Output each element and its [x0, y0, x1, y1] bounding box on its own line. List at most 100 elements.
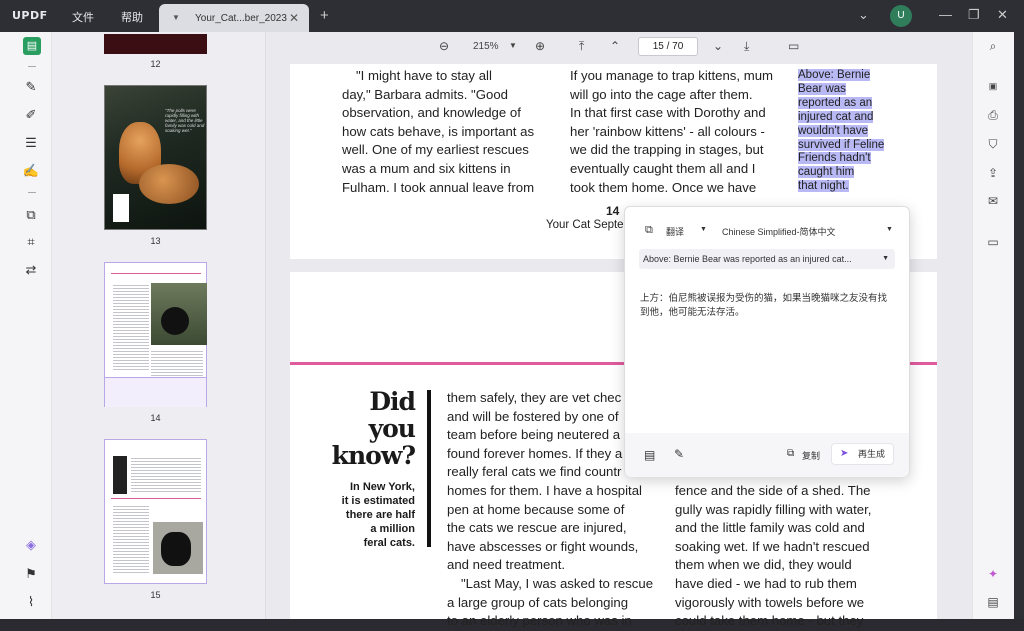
comment-icon[interactable]: ✎ [22, 78, 40, 96]
email-icon[interactable]: ✉ [985, 193, 1001, 209]
protect-icon[interactable]: ⛉ [985, 136, 1001, 152]
language-select[interactable]: Chinese Simplified-简体中文 [722, 225, 836, 238]
menu-help[interactable]: 帮助 [121, 9, 143, 25]
presentation-icon[interactable]: ▭ [788, 39, 799, 53]
copy-icon[interactable]: ⧉ [787, 448, 794, 459]
text-line: we did the trapping in stages, but [570, 142, 764, 158]
thumbnail-text-lines [113, 504, 149, 574]
text-line: her 'rainbow kittens' - all colours - [570, 123, 765, 139]
thumbnail-page-14[interactable] [104, 262, 207, 407]
text-line: have died - we had to rub them [675, 575, 857, 591]
fact-line: it is estimated [341, 495, 415, 507]
caption-line: caught him [798, 166, 855, 179]
text-line: homes for them. I have a hospital [447, 482, 642, 498]
heading-line: Did [369, 387, 416, 416]
page15-column-1: them safely, they are vet chec and will … [447, 389, 653, 631]
mode-select[interactable]: 翻译 [666, 225, 684, 238]
previous-page-icon[interactable]: ⌃ [610, 39, 620, 53]
fact-line: a million [370, 523, 415, 535]
language-dropdown-icon[interactable]: ▼ [886, 226, 893, 233]
fact-line: feral cats. [363, 537, 415, 549]
regenerate-button[interactable]: ➤ 再生成 [831, 443, 894, 465]
text-line: will go into the cage after them. [570, 86, 753, 102]
thumbnail-rule [111, 273, 201, 274]
zoom-level[interactable]: 215% [473, 41, 499, 52]
text-line: and the little family was cold and [675, 520, 865, 536]
avatar[interactable]: U [890, 5, 912, 27]
chevron-down-icon[interactable]: ⌄ [858, 7, 869, 23]
chat-icon[interactable]: ▤ [644, 448, 655, 462]
text-line: "Last May, I was asked to rescue [461, 575, 654, 591]
next-page-icon[interactable]: ⌄ [713, 39, 723, 53]
minimize-icon[interactable]: — [939, 7, 952, 22]
thumbnail-number: 14 [150, 413, 161, 423]
first-page-icon[interactable]: ⤒ [579, 39, 584, 54]
bookmark-icon[interactable]: ⚑ [22, 565, 40, 583]
text-line: to an elderly person who was in [447, 613, 632, 629]
heading-line: know? [331, 441, 416, 470]
title-bar: UPDF 文件 帮助 ▼ Your_Cat...ber_2023 ✕ + ⌄ U… [0, 0, 1024, 32]
source-text-select[interactable]: Above: Bernie Bear was reported as an in… [639, 249, 895, 269]
ai-assistant-icon[interactable]: ✦ [985, 566, 1001, 582]
thumbnail-sidebar-text [113, 194, 129, 222]
comments-panel-icon[interactable]: ▤ [985, 594, 1001, 610]
tab-close-icon[interactable]: ✕ [289, 11, 299, 25]
reader-mode-icon[interactable]: ▤ [23, 37, 41, 55]
close-window-icon[interactable]: ✕ [997, 7, 1008, 23]
ocr-icon[interactable]: ▣ [985, 78, 1001, 94]
search-icon[interactable]: ⌕ [985, 38, 1001, 54]
edit-pdf-icon[interactable]: ✐ [22, 106, 40, 124]
document-tab[interactable]: ▼ Your_Cat...ber_2023 ✕ [159, 4, 309, 32]
layers-icon[interactable]: ◈ [22, 536, 40, 554]
fill-sign-icon[interactable]: ✍ [22, 162, 40, 180]
thumbnail-number: 12 [150, 59, 161, 69]
photo-caption-highlighted[interactable]: Above: Bernie Bear was reported as an in… [798, 69, 885, 194]
organize-pages-icon[interactable]: ⧉ [22, 206, 40, 224]
page-footer: Your Cat Septe [546, 219, 624, 231]
page-number-input[interactable]: 15 / 70 [638, 37, 698, 56]
source-dropdown-icon[interactable]: ▼ [882, 249, 889, 269]
share-icon[interactable]: ⇪ [985, 165, 1001, 181]
copy-button[interactable]: 复制 [802, 449, 820, 462]
highlight-icon[interactable]: ✎ [674, 447, 684, 461]
zoom-in-icon[interactable]: ⊕ [535, 39, 545, 53]
thumbnail-number: 13 [150, 236, 161, 246]
thumbnail-page-15[interactable] [104, 439, 207, 584]
form-icon[interactable]: ☰ [22, 134, 40, 152]
mode-dropdown-icon[interactable]: ▼ [700, 226, 707, 233]
convert-file-icon[interactable]: ⎙ [985, 107, 1001, 123]
thumbnail-page-13[interactable]: "The polls were rapidly filling with wat… [104, 85, 207, 230]
text-line: well. One of my earliest rescues [342, 142, 529, 158]
result-line: 到他，他可能无法存活。 [640, 307, 745, 318]
black-divider-bar [427, 390, 431, 547]
text-line: day," Barbara admits. "Good [342, 86, 508, 102]
text-line: team before being neutered a [447, 427, 621, 443]
crop-icon[interactable]: ⌗ [22, 233, 40, 251]
zoom-dropdown-icon[interactable]: ▼ [509, 41, 517, 50]
page-separator: / [666, 41, 670, 52]
text-line: "I might have to stay all [356, 68, 492, 83]
thumbnail-text-lines [113, 283, 149, 371]
regenerate-label: 再生成 [858, 449, 886, 459]
new-tab-icon[interactable]: + [320, 7, 329, 24]
translate-icon: ⧉ [645, 224, 653, 236]
last-page-icon[interactable]: ⤓ [744, 39, 749, 54]
restore-icon[interactable]: ❐ [968, 7, 980, 23]
convert-icon[interactable]: ⇄ [22, 261, 40, 279]
caption-line: that night. [798, 180, 849, 193]
result-line: 上方：伯尼熊被误报为受伤的猫，如果当晚猫咪之友没有找 [640, 293, 888, 304]
text-line: a large group of cats belonging [447, 594, 629, 610]
text-line: them when we did, they would [675, 557, 852, 573]
attachment-icon[interactable]: ⌇ [22, 593, 40, 611]
thumbnail-text-lines [131, 456, 201, 494]
cat-body [139, 164, 199, 204]
text-line: If you manage to trap kittens, mum [570, 68, 774, 83]
text-line: the cats we rescue are injured, [447, 520, 627, 536]
zoom-out-icon[interactable]: ⊖ [439, 39, 449, 53]
page14-column-1: "I might have to stay all day," Barbara … [342, 67, 534, 197]
fact-line: In New York, [349, 481, 415, 493]
menu-file[interactable]: 文件 [72, 9, 94, 25]
thumbnail-page-12[interactable] [104, 34, 207, 54]
save-icon[interactable]: ▭ [985, 234, 1001, 250]
tab-menu-icon[interactable]: ▼ [172, 13, 180, 22]
